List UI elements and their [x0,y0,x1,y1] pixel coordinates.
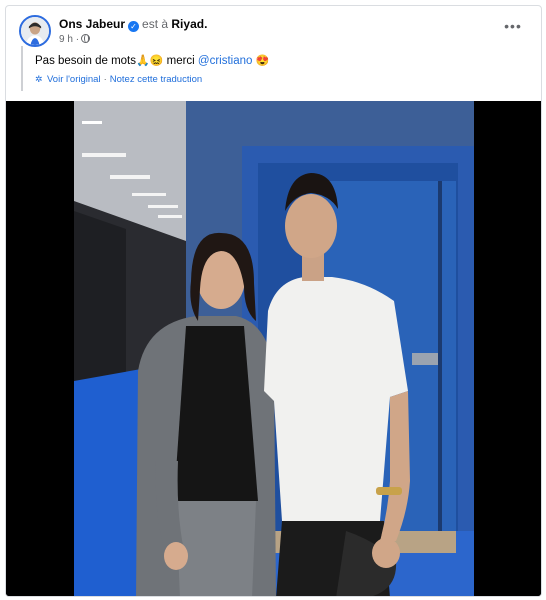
post-photo[interactable] [6,101,541,596]
mention-link[interactable]: @cristiano [198,55,253,67]
post-text-block: Pas besoin de mots🙏😖 merci @cristiano 😍 … [21,46,521,91]
location-link[interactable]: Riyad. [171,17,207,31]
post-text-before: Pas besoin de mots [35,55,137,67]
globe-icon [81,34,91,43]
author-name[interactable]: Ons Jabeur [59,17,125,31]
avatar[interactable] [19,15,51,47]
post-emoji-2: 😍 [252,55,270,67]
translation-bar: ✲ Voir l'original · Notez cette traduction [35,74,521,85]
more-options-icon: ••• [504,18,522,34]
post-card: Ons Jabeur ✓ est à Riyad. 9 h · ••• Pas be… [5,5,542,597]
see-original-link[interactable]: Voir l'original [47,74,101,85]
post-meta: 9 h · [59,34,91,45]
meta-dot: · [75,34,80,45]
post-emoji-1: 🙏😖 [136,55,164,67]
more-options-button[interactable]: ••• [503,18,523,37]
translation-separator: · [103,74,107,85]
location-prefix: est à [142,17,169,31]
verified-badge-icon: ✓ [128,21,140,32]
rate-translation-link[interactable]: Notez cette traduction [110,74,202,85]
post-time[interactable]: 9 h [59,34,73,45]
author-line: Ons Jabeur ✓ est à Riyad. [59,17,207,32]
post-text-middle: merci [163,55,198,67]
translate-gear-icon: ✲ [35,74,43,84]
photo-illustration [6,101,541,596]
post-header: Ons Jabeur ✓ est à Riyad. 9 h · ••• [14,11,533,51]
post-body: Pas besoin de mots🙏😖 merci @cristiano 😍 [35,52,521,70]
